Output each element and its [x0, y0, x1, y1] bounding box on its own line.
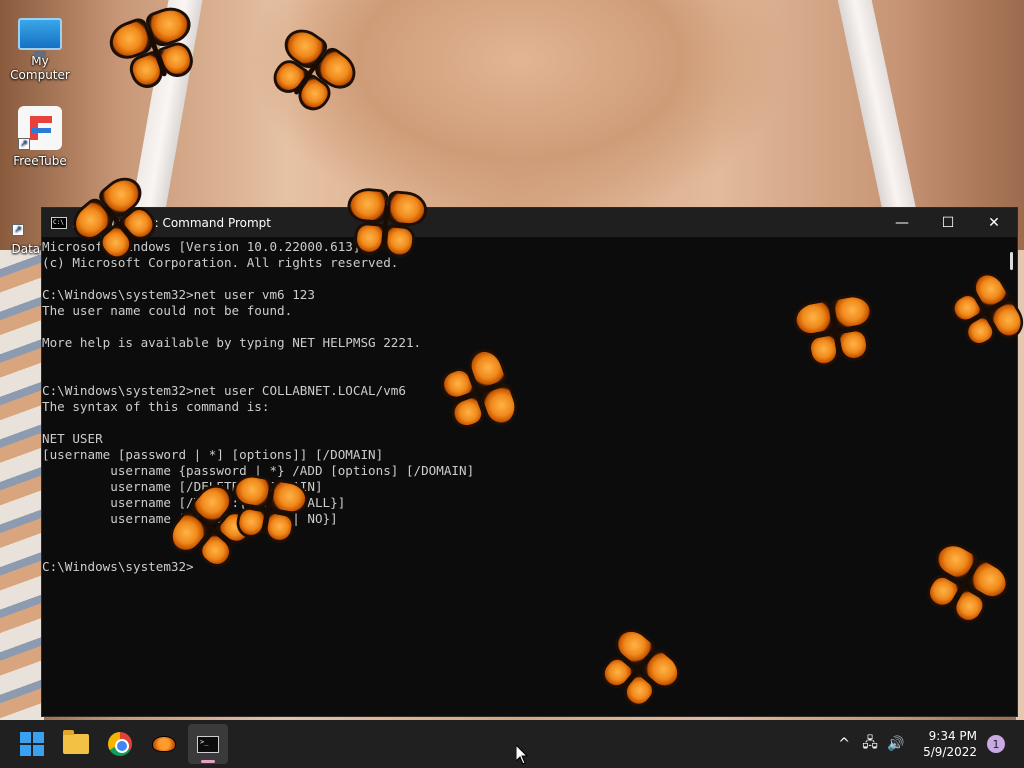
- freetube-icon: ↗: [18, 106, 62, 150]
- start-button[interactable]: [12, 724, 52, 764]
- terminal-icon: >_: [197, 735, 219, 753]
- folder-icon: [63, 730, 89, 754]
- windows-logo-icon: [20, 732, 44, 756]
- terminal-line: NET USER: [42, 431, 103, 446]
- butterfly-icon: [786, 287, 883, 377]
- clock-date: 5/9/2022: [923, 745, 977, 759]
- terminal-line: username {password | *} /ADD [options] […: [42, 463, 475, 478]
- network-icon[interactable]: 🖧: [857, 731, 883, 757]
- butterfly-icon: [221, 468, 313, 553]
- wallpaper-strap-right: [837, 0, 917, 210]
- clock-time: 9:34 PM: [928, 729, 977, 743]
- butterfly-icon: [253, 16, 367, 127]
- terminal-line: C:\Windows\system32>net user COLLABNET.L…: [42, 383, 406, 398]
- desktop-icon-label: FreeTube: [13, 154, 67, 168]
- shortcut-arrow-icon: ↗: [18, 138, 30, 150]
- window-titlebar[interactable]: C:\ Administrator: Command Prompt — ☐ ✕: [42, 208, 1017, 237]
- taskbar: >_ ^ 🖧 🔊 9:34 PM 5/9/2022 1: [0, 720, 1024, 768]
- show-hidden-icons-chevron-icon[interactable]: ^: [831, 731, 857, 757]
- terminal-line: Microsoft Windows [Version 10.0.22000.61…: [42, 239, 361, 254]
- chrome-button[interactable]: [100, 724, 140, 764]
- desktop-icon-freetube[interactable]: ↗ FreeTube: [0, 106, 80, 168]
- butterfly-icon: [152, 736, 176, 752]
- terminal-line: (c) Microsoft Corporation. All rights re…: [42, 255, 399, 270]
- monitor-icon: [18, 18, 62, 57]
- mouse-cursor-icon: [515, 743, 529, 768]
- command-prompt-taskbar-button[interactable]: >_: [188, 724, 228, 764]
- desktop-icon-label: My Computer: [10, 54, 70, 82]
- system-tray: ^ 🖧 🔊 9:34 PM 5/9/2022 1: [831, 720, 1024, 768]
- wallpaper-fabric: [0, 250, 44, 720]
- volume-icon[interactable]: 🔊: [883, 731, 909, 757]
- terminal-line: username [/DELETE] [/DOMAIN]: [42, 479, 323, 494]
- command-prompt-window[interactable]: C:\ Administrator: Command Prompt — ☐ ✕ …: [41, 207, 1018, 717]
- desktop-icon-my-computer[interactable]: My Computer: [0, 8, 80, 82]
- terminal-line: [username [password | *] [options]] [/DO…: [42, 447, 384, 462]
- dataw-icon: ↗: [12, 208, 42, 238]
- vertical-scrollbar-thumb[interactable]: [1010, 252, 1013, 270]
- butterfly-icon: [339, 182, 431, 265]
- clock[interactable]: 9:34 PM 5/9/2022: [923, 728, 977, 760]
- butterfly-app-button[interactable]: [144, 724, 184, 764]
- window-title: Administrator: Command Prompt: [73, 215, 271, 230]
- shortcut-arrow-icon: ↗: [12, 224, 24, 236]
- chrome-icon: [108, 732, 132, 756]
- close-button[interactable]: ✕: [971, 208, 1017, 237]
- minimize-button[interactable]: —: [879, 208, 925, 237]
- maximize-button[interactable]: ☐: [925, 208, 971, 237]
- notification-badge[interactable]: 1: [987, 735, 1005, 753]
- file-explorer-button[interactable]: [56, 724, 96, 764]
